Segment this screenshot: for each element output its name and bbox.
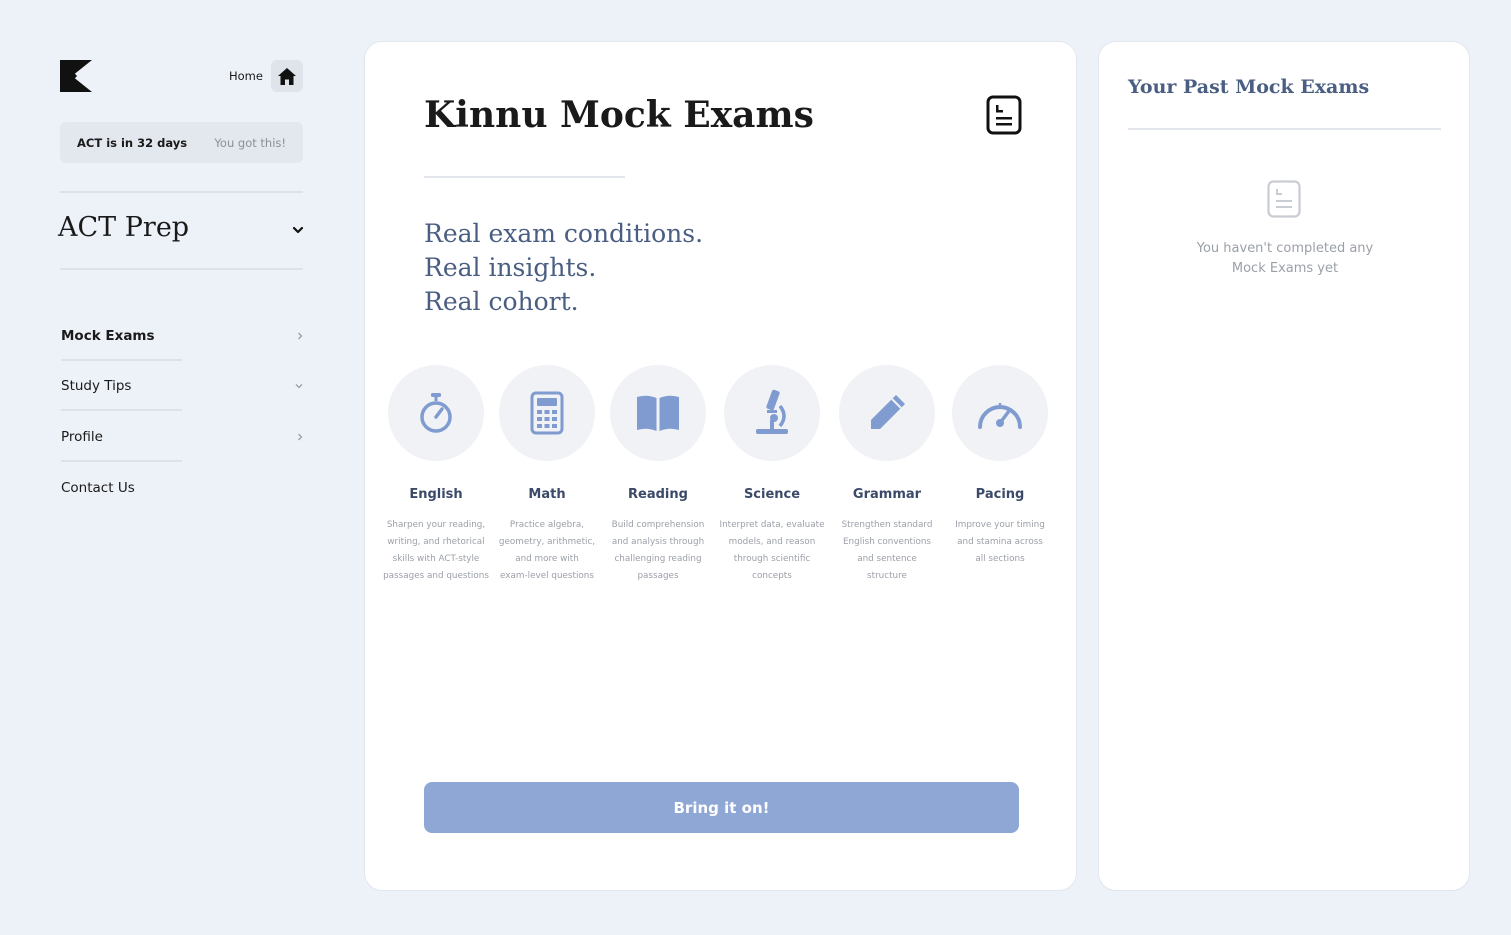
tagline-line: Real cohort. xyxy=(424,287,579,316)
nav-item-mock-exams[interactable]: Mock Exams xyxy=(61,324,304,348)
subject-description: Practice algebra, geometry, arithmetic, … xyxy=(490,517,604,585)
description-line: English conventions xyxy=(843,537,931,547)
description-line: passages xyxy=(637,571,679,581)
subject-science[interactable]: Science Interpret data, evaluate models,… xyxy=(715,365,829,585)
subject-name: Math xyxy=(528,487,566,502)
tagline: Real exam conditions. Real insights. Rea… xyxy=(424,217,703,319)
description-line: concepts xyxy=(752,571,792,581)
exam-countdown: ACT is in 32 days You got this! xyxy=(60,122,303,163)
divider xyxy=(60,268,303,270)
subject-name: Grammar xyxy=(852,487,922,502)
page-title: Kinnu Mock Exams xyxy=(424,94,814,136)
nav-item-profile[interactable]: Profile xyxy=(61,425,304,449)
sidebar: Home ACT is in 32 days You got this! ACT… xyxy=(0,0,340,935)
description-line: skills with ACT-style xyxy=(392,554,480,564)
description-line: Sharpen your reading, xyxy=(386,520,486,530)
subject-grammar[interactable]: Grammar Strengthen standard English conv… xyxy=(830,365,944,585)
chevron-down-icon xyxy=(295,384,303,389)
empty-state-line: Mock Exams yet xyxy=(1231,261,1339,276)
subject-description: Sharpen your reading, writing, and rheto… xyxy=(379,517,493,585)
exam-document-icon[interactable] xyxy=(986,95,1022,135)
nav-separator xyxy=(61,409,182,411)
title-divider xyxy=(424,176,625,178)
description-line: exam-level questions xyxy=(500,571,594,581)
subject-description: Improve your timing and stamina across a… xyxy=(943,517,1057,568)
book-icon xyxy=(637,395,679,431)
document-icon xyxy=(1267,180,1301,218)
description-line: geometry, arithmetic, xyxy=(498,537,596,547)
subject-icon-circle xyxy=(499,365,595,461)
description-line: all sections xyxy=(975,554,1025,564)
countdown-days: ACT is in 32 days xyxy=(77,135,188,150)
description-line: Improve your timing xyxy=(955,520,1045,530)
subject-pacing[interactable]: Pacing Improve your timing and stamina a… xyxy=(943,365,1057,568)
speedometer-icon xyxy=(978,403,1022,429)
tagline-line: Real exam conditions. xyxy=(424,219,704,248)
nav-item-study-tips[interactable]: Study Tips xyxy=(61,374,304,398)
microscope-icon xyxy=(756,389,788,434)
subject-english[interactable]: English Sharpen your reading, writing, a… xyxy=(379,365,493,585)
description-line: through scientific xyxy=(733,554,811,564)
past-exams-card: Your Past Mock Exams You haven't complet… xyxy=(1098,41,1470,891)
description-line: challenging reading xyxy=(614,554,702,564)
home-link[interactable]: Home xyxy=(229,69,263,83)
stopwatch-icon xyxy=(420,393,452,433)
description-line: and analysis through xyxy=(611,537,705,547)
subject-icon-circle xyxy=(952,365,1048,461)
subject-reading[interactable]: Reading Build comprehension and analysis… xyxy=(601,365,715,585)
description-line: and more with xyxy=(515,554,579,564)
home-icon xyxy=(278,67,296,85)
empty-state-line: You haven't completed any xyxy=(1196,241,1374,256)
pencil-icon xyxy=(871,395,905,429)
subject-icon-circle xyxy=(610,365,706,461)
subject-icon-circle xyxy=(724,365,820,461)
description-line: models, and reason xyxy=(728,537,816,547)
description-line: passages and questions xyxy=(383,571,489,581)
nav-item-contact-us[interactable]: Contact Us xyxy=(61,476,304,500)
subject-icon-circle xyxy=(839,365,935,461)
course-title: ACT Prep xyxy=(58,212,190,243)
past-exams-divider xyxy=(1128,128,1441,130)
nav-label: Profile xyxy=(61,429,103,445)
chevron-down-icon[interactable] xyxy=(292,226,304,235)
description-line: Build comprehension xyxy=(611,520,705,530)
nav-separator xyxy=(61,359,182,361)
subject-name: Reading xyxy=(628,487,688,502)
description-line: and sentence xyxy=(857,554,917,564)
description-line: structure xyxy=(867,571,907,581)
description-line: Strengthen standard xyxy=(841,520,933,530)
empty-state-message: You haven't completed any Mock Exams yet xyxy=(1175,239,1395,279)
subject-name: Pacing xyxy=(975,487,1025,502)
subject-description: Interpret data, evaluate models, and rea… xyxy=(715,517,829,585)
subject-description: Build comprehension and analysis through… xyxy=(601,517,715,585)
kinnu-logo[interactable] xyxy=(60,60,92,92)
past-exams-title: Your Past Mock Exams xyxy=(1128,76,1370,98)
home-button[interactable] xyxy=(271,60,303,92)
nav-separator xyxy=(61,460,182,462)
tagline-line: Real insights. xyxy=(424,253,597,282)
start-exam-button[interactable]: Bring it on! xyxy=(424,782,1019,833)
subject-math[interactable]: Math Practice algebra, geometry, arithme… xyxy=(490,365,604,585)
description-line: and stamina across xyxy=(957,537,1043,547)
chevron-right-icon xyxy=(298,332,303,340)
mock-exams-card: Kinnu Mock Exams Real exam conditions. R… xyxy=(364,41,1077,891)
countdown-encouragement: You got this! xyxy=(214,135,286,150)
description-line: Interpret data, evaluate xyxy=(719,520,825,530)
nav-label: Study Tips xyxy=(61,378,132,394)
calculator-icon xyxy=(530,391,564,435)
subject-name: English xyxy=(409,487,463,502)
chevron-right-icon xyxy=(298,433,303,441)
subject-icon-circle xyxy=(388,365,484,461)
description-line: Practice algebra, xyxy=(509,520,585,530)
nav-label: Mock Exams xyxy=(61,328,155,344)
description-line: writing, and rhetorical xyxy=(387,537,485,547)
nav-label: Contact Us xyxy=(61,480,135,496)
divider xyxy=(60,191,303,193)
subject-name: Science xyxy=(743,487,801,502)
subject-description: Strengthen standard English conventions … xyxy=(830,517,944,585)
